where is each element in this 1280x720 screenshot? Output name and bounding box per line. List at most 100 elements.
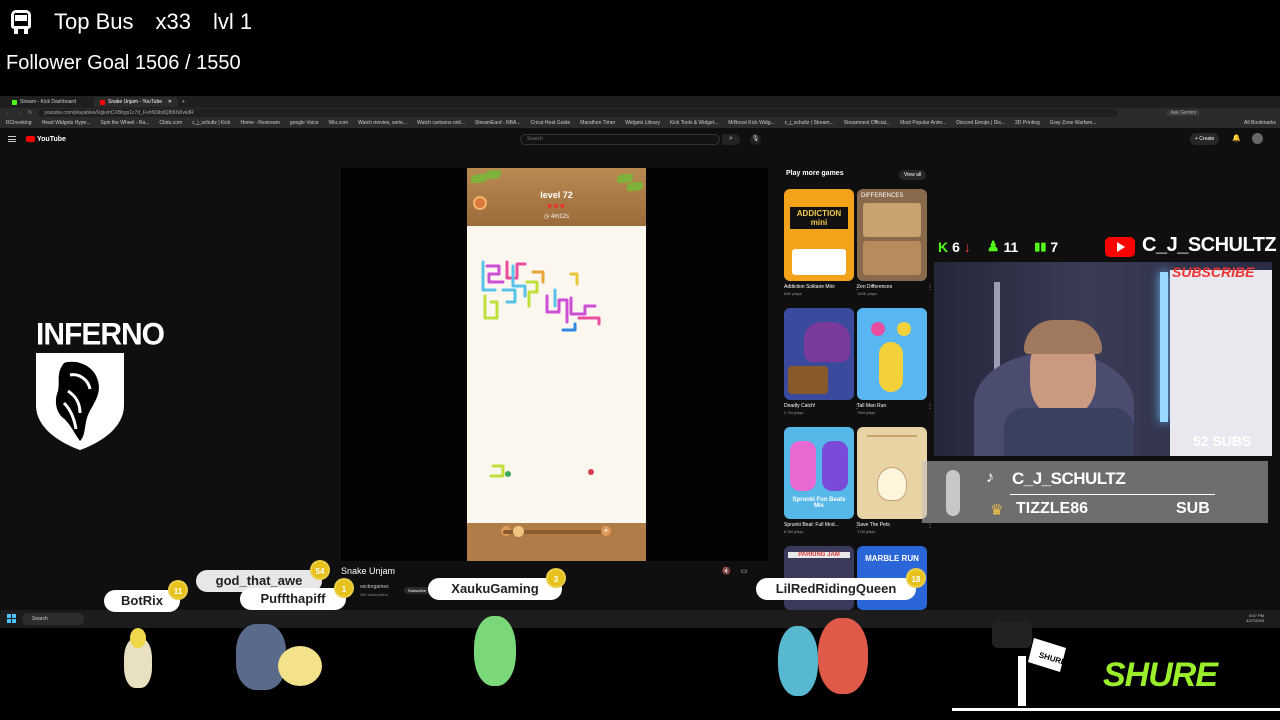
more-options-icon[interactable]: ⋮ (927, 522, 933, 529)
windows-taskbar: Search 5:57 PM 4/27/2025 (0, 610, 1280, 628)
bookmark-item[interactable]: c_j_schultz | Kick (192, 120, 230, 126)
bookmark-item[interactable]: Widgets Library (625, 120, 660, 126)
game-header: level 72 ♥♥♥ ◷ 4m12s (467, 168, 646, 226)
ask-gemini-button[interactable]: Ask Gemini (1166, 110, 1200, 116)
view-all-button[interactable]: View all (899, 170, 927, 180)
streamer-cap (1024, 320, 1102, 354)
game-card[interactable]: Sprunki Fun Beats Mix Sprunki Beat: Full… (784, 427, 860, 534)
game-name: Deadly Catch! (784, 403, 816, 409)
bookmark-item[interactable]: Cricut Heat Guide (530, 120, 570, 126)
game-thumbnail[interactable]: DIFFERENCES (857, 189, 927, 281)
microphone-icon[interactable]: 🎙 (750, 134, 761, 145)
trend-down-icon: ↓ (963, 238, 971, 255)
bookmark-item[interactable]: Kick Tools & Widget... (670, 120, 718, 126)
new-tab-icon[interactable]: + (182, 99, 185, 105)
bookmark-item[interactable]: Most Popular Anim... (900, 120, 946, 126)
bookmark-item[interactable]: Heart Widgets Hype... (42, 120, 91, 126)
chat-username: LilRedRidingQueen (775, 581, 897, 596)
taskbar-clock[interactable]: 5:57 PM 4/27/2025 (1246, 613, 1264, 623)
bookmark-item[interactable]: Marathon Timer (580, 120, 615, 126)
youtube-logo-icon (26, 136, 35, 142)
close-tab-icon[interactable]: ✕ (168, 99, 172, 105)
game-thumbnail[interactable]: Sprunki Fun Beats Mix (784, 427, 854, 519)
bookmark-item[interactable]: StreamEard - NBA... (475, 120, 521, 126)
zoom-in-button[interactable]: + (601, 526, 611, 536)
zoom-slider-knob[interactable] (513, 526, 524, 537)
bookmark-item[interactable]: Wiu.com (329, 120, 348, 126)
game-card[interactable]: Save The Pets 17M plays ⋮ (857, 427, 933, 534)
bookmark-item[interactable]: 3D Printing (1015, 120, 1040, 126)
back-icon[interactable]: ← (6, 110, 11, 116)
bookmark-item[interactable]: Home - Restream (240, 120, 279, 126)
windows-start-icon[interactable] (7, 614, 16, 623)
snake-board[interactable] (467, 226, 646, 523)
youtube-logo[interactable]: YouTube (26, 136, 66, 143)
youtube-channel-name: C_J_SCHULTZ (1142, 234, 1277, 256)
tab-strip: Stream - Kick Dashboard Snake Unjam - Yo… (0, 96, 1280, 108)
youtube-header: YouTube Search ⌕ 🎙 + Create 🔔 (0, 128, 1280, 150)
microphone-image (946, 470, 960, 516)
game-thumbnail[interactable] (857, 308, 927, 400)
subscribe-button[interactable]: Subscribe (404, 587, 430, 594)
snake-head[interactable] (505, 471, 511, 477)
bookmark-item[interactable]: c_j_schultz | Stream... (785, 120, 834, 126)
menu-icon[interactable] (8, 136, 16, 142)
bar-chart-icon: ▮▮ (1034, 241, 1047, 253)
microphone-icon: SHURE (992, 622, 1068, 706)
game-plays: 69K plays (784, 291, 802, 296)
avatar[interactable] (1252, 133, 1263, 144)
channel-subscribers: 460 subscribers (360, 592, 389, 597)
bookmark-item[interactable]: MrBoost Kick Widg... (728, 120, 774, 126)
top-bus-title: Top Bus (54, 9, 134, 34)
person-icon: ♟ (986, 238, 1000, 254)
url-field[interactable]: youtube.com/playables/UgkxhCXBbgs1c7d_Fu… (38, 109, 1119, 117)
all-bookmarks-button[interactable]: All Bookmarks (1244, 120, 1276, 126)
clock-date: 4/27/2025 (1246, 618, 1264, 623)
snake-head[interactable] (588, 469, 594, 475)
lion-shield-logo-icon (36, 353, 124, 450)
snake-unjam-game[interactable]: level 72 ♥♥♥ ◷ 4m12s − + (467, 168, 646, 561)
search-icon[interactable]: ⌕ (722, 134, 740, 145)
game-thumbnail[interactable] (784, 308, 854, 400)
forward-icon[interactable]: → (17, 110, 22, 116)
chat-badge: 1 (334, 578, 354, 598)
theater-icon[interactable]: ▭ (741, 567, 748, 575)
viewers-stat: ♟ 11 (987, 238, 1018, 255)
bookmark-item[interactable]: Watch cartoons onli... (417, 120, 465, 126)
game-footer: − + (467, 523, 646, 561)
leaf-decoration (485, 170, 501, 179)
tab-kick-dashboard[interactable]: Stream - Kick Dashboard (6, 97, 90, 107)
bookmark-item[interactable]: Watch movies, serie... (358, 120, 407, 126)
game-plays: 76M plays (857, 410, 876, 415)
bookmark-item[interactable]: Streamnest Official... (844, 120, 890, 126)
game-thumbnail[interactable] (857, 427, 927, 519)
bookmark-item[interactable]: Gray Zone Warfare... (1050, 120, 1097, 126)
pet-image (877, 467, 907, 501)
face-image (871, 322, 885, 336)
more-options-icon[interactable]: ⋮ (927, 284, 933, 291)
game-card[interactable]: DIFFERENCES Zen Differences 145K plays ⋮ (857, 189, 933, 296)
bookmark-item[interactable]: Cbdu.com (159, 120, 182, 126)
create-button[interactable]: + Create (1190, 133, 1220, 145)
game-card[interactable]: Tall Man Run 76M plays ⋮ (857, 308, 933, 415)
game-thumbnail[interactable]: ADDICTION mini (784, 189, 854, 281)
kick-favicon-icon (12, 99, 17, 105)
kick-followers-stat: K 6 ↓ (938, 238, 971, 255)
bookmark-item[interactable]: Discord Emojis | Dis... (956, 120, 1005, 126)
tab-youtube[interactable]: Snake Unjam - YouTube ✕ (94, 97, 178, 107)
game-card[interactable]: ADDICTION mini Addiction Solitaire Mini … (784, 189, 860, 296)
search-input[interactable]: Search (520, 134, 720, 145)
taskbar-search[interactable]: Search (22, 613, 84, 625)
bookmark-item[interactable]: Spin the Wheel - Ra... (100, 120, 149, 126)
channel-name[interactable]: vectorgames (360, 584, 389, 590)
mute-icon[interactable]: 🔇 (722, 567, 731, 575)
notifications-icon[interactable]: 🔔 (1232, 134, 1241, 142)
reload-icon[interactable]: ↻ (28, 110, 32, 116)
game-card[interactable]: Deadly Catch! 2.7M plays ⋮ (784, 308, 860, 415)
bookmark-item[interactable]: google Voice (290, 120, 319, 126)
more-options-icon[interactable]: ⋮ (927, 403, 933, 410)
latest-sub-label: SUB (1176, 500, 1210, 517)
bookmark-item[interactable]: RCinvoking (6, 120, 32, 126)
play-more-games-title: Play more games (786, 170, 844, 177)
latest-sub-name: TIZZLE86 (1016, 500, 1089, 517)
